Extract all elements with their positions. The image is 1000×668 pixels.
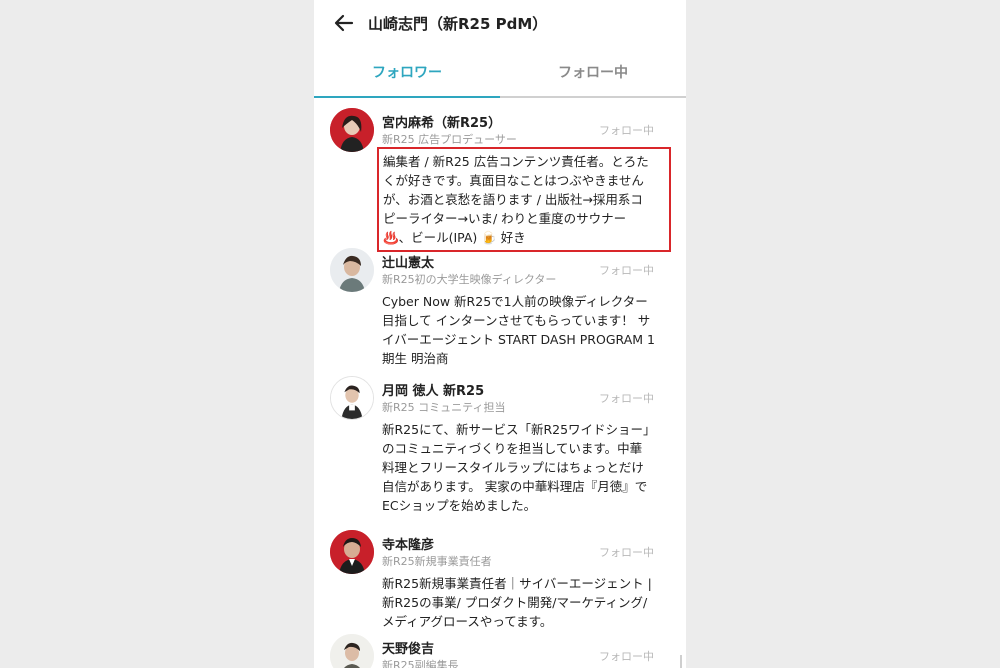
user-name[interactable]: 宮内麻希（新R25） xyxy=(382,112,501,131)
user-name[interactable]: 天野俊吉 xyxy=(382,638,434,657)
user-role: 新R25新規事業責任者 xyxy=(382,555,492,568)
list-item[interactable]: 寺本隆彦 新R25新規事業責任者 フォロー中 新R25新規事業責任者｜サイバーエ… xyxy=(314,520,686,640)
app-screen: 山崎志門（新R25 PdM） フォロワー フォロー中 宮内麻希（新R25） 新R… xyxy=(314,0,686,668)
tab-followers[interactable]: フォロワー xyxy=(314,48,500,98)
user-bio: 新R25新規事業責任者｜サイバーエージェント | 新R25の事業/ プロダクト開… xyxy=(382,576,652,629)
tab-following[interactable]: フォロー中 xyxy=(500,48,686,96)
user-name[interactable]: 月岡 徳人 新R25 xyxy=(382,380,484,399)
list-item[interactable]: 辻山憲太 新R25初の大学生映像ディレクター フォロー中 Cyber Now 新… xyxy=(314,238,686,368)
follow-status-button[interactable]: フォロー中 xyxy=(599,122,654,138)
list-item[interactable]: 月岡 徳人 新R25 新R25 コミュニティ担当 フォロー中 新R25にて、新サ… xyxy=(314,366,686,526)
follow-status-button[interactable]: フォロー中 xyxy=(599,262,654,278)
user-role: 新R25副編集長 xyxy=(382,659,459,668)
follow-status-button[interactable]: フォロー中 xyxy=(599,544,654,560)
follow-status-button[interactable]: フォロー中 xyxy=(599,390,654,406)
avatar[interactable] xyxy=(330,530,374,574)
avatar[interactable] xyxy=(330,108,374,152)
follow-status-button[interactable]: フォロー中 xyxy=(599,648,654,664)
scrollbar[interactable] xyxy=(680,655,682,668)
user-bio-highlighted: 編集者 / 新R25 広告コンテンツ責任者。とろた くが好きです。真面目なことは… xyxy=(377,147,671,252)
user-role: 新R25 広告プロデューサー xyxy=(382,133,517,146)
user-role: 新R25初の大学生映像ディレクター xyxy=(382,273,557,286)
user-name[interactable]: 辻山憲太 xyxy=(382,252,434,271)
tab-bar: フォロワー フォロー中 xyxy=(314,48,686,98)
user-bio: 新R25にて、新サービス「新R25ワイドショー」 のコミュニティづくりを担当して… xyxy=(382,422,656,513)
back-arrow-icon[interactable] xyxy=(334,13,354,33)
list-item[interactable]: 天野俊吉 新R25副編集長 フォロー中 xyxy=(314,624,686,668)
page-title: 山崎志門（新R25 PdM） xyxy=(368,14,548,33)
user-name[interactable]: 寺本隆彦 xyxy=(382,534,434,553)
user-role: 新R25 コミュニティ担当 xyxy=(382,401,506,414)
avatar[interactable] xyxy=(330,634,374,668)
avatar[interactable] xyxy=(330,248,374,292)
list-item[interactable]: 宮内麻希（新R25） 新R25 広告プロデューサー フォロー中 編集者 / 新R… xyxy=(314,98,686,252)
user-bio: Cyber Now 新R25で1人前の映像ディレクター 目指して インターンさせ… xyxy=(382,294,655,366)
header: 山崎志門（新R25 PdM） xyxy=(314,0,686,46)
avatar[interactable] xyxy=(330,376,374,420)
